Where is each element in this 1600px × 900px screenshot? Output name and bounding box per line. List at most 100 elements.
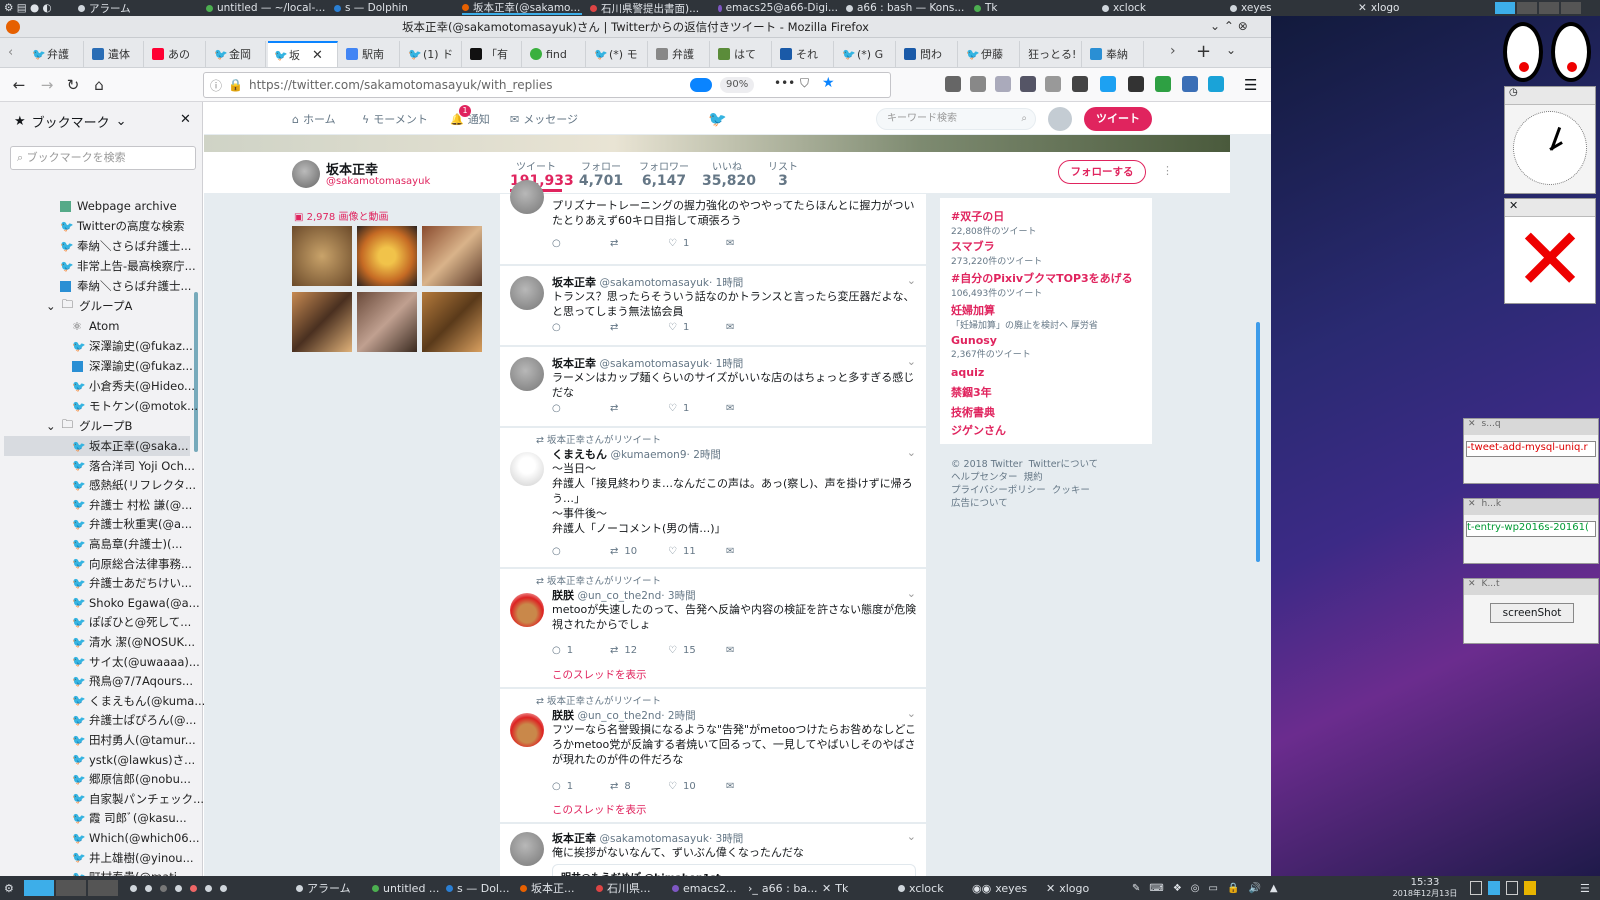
xclock-window[interactable]: ◷ [1504,86,1596,194]
task-dolphin[interactable]: s — Dol... [446,880,509,896]
profile-handle[interactable]: @sakamotomasayuk [326,176,430,187]
reply-icon[interactable]: ○ [552,322,610,333]
tab[interactable]: 🐦 (*) モ [588,41,648,67]
trend-name[interactable]: aquiz [951,366,984,379]
tk-window-3[interactable]: ✕ K...t screenShot [1463,578,1599,644]
close-sidebar-icon[interactable]: ✕ [180,112,191,127]
trend-name[interactable]: #自分のPixivブクマTOP3をあげる [951,270,1133,286]
tab[interactable]: 駅南 [340,41,400,67]
bookmark-item[interactable]: 🐦 深澤諭史(@fukaz... [72,336,193,356]
info-icon[interactable]: ⓘ [210,77,222,94]
tab[interactable]: はて [712,41,772,67]
avatar[interactable] [510,593,544,627]
tweet[interactable]: 坂本正幸 @sakamotomasayuk· 1時間 ⌄ トランス？思ったらそう… [500,266,926,346]
trend-item[interactable]: ジゲンさん [951,422,1006,438]
tweet[interactable]: ⇄ 坂本正幸さんがリツイート 朕朕 @un_co_the2nd· 3時間 ⌄ m… [500,569,926,688]
task-xlogo[interactable]: ✕ xlogo [1358,1,1448,15]
trend-name[interactable]: 禁錮3年 [951,384,992,400]
task-emacs[interactable]: emacs25@a66-Digi... [718,1,838,15]
tweet[interactable]: ⇄ 坂本正幸さんがリツイート くまえもん @kumaemon9· 2時間 ⌄ ～… [500,428,926,568]
task-xeyes[interactable]: xeyes [1230,1,1330,15]
task-pdf[interactable]: 石川県... [596,880,651,896]
bookmark-item[interactable]: 🐦 ystk(@lawkus)さ... [72,750,195,770]
media-link[interactable]: ▣ 2,978 画像と動画 [294,208,388,223]
chevron-down-icon[interactable]: ⌄ [907,830,916,843]
profile-avatar[interactable] [292,160,320,188]
footer-link[interactable]: プライバシーポリシー [951,485,1046,496]
menu-icon[interactable]: ☰ [1580,880,1590,896]
stat-followers[interactable]: フォロワー 6,147 [636,158,692,189]
nav-moments[interactable]: ϟ モーメント [362,111,428,127]
like-button[interactable]: ♡ 1 [668,238,726,249]
system-tray[interactable]: ✎ ⌨ ❖ ◎ ▭ 🔒 🔊 ▲ [1132,880,1278,896]
page-scrollbar[interactable] [1256,322,1260,562]
task-tk[interactable]: ✕ Tk [822,880,848,896]
tweet-button[interactable]: ツイート [1084,107,1152,131]
avatar[interactable] [510,357,544,391]
pocket-icon[interactable]: ⛉ [800,76,809,91]
chevron-down-icon[interactable]: ⌄ [907,587,916,600]
like-button[interactable]: ♡ 15 [668,645,726,656]
avatar[interactable] [510,452,544,486]
menu-icon[interactable]: ☰ [1244,76,1257,94]
forward-icon[interactable]: → [36,74,58,96]
trend-name[interactable]: 技術書典 [951,404,995,420]
dm-icon[interactable]: ✉ [726,238,784,249]
retweet-icon[interactable]: ⇄ [610,238,668,249]
clock[interactable]: 15:332018年12月13日木曜日 [1390,877,1460,900]
trend-item[interactable]: #双子の日 22,808件のツイート [951,208,1037,237]
tab[interactable]: 🐦 (*) G [836,41,896,67]
show-thread-link[interactable]: このスレッドを表示 [552,667,647,682]
task-emacs[interactable]: emacs2... [672,880,737,896]
tab[interactable]: 🐦 弁護 [26,41,84,67]
footer-link[interactable]: ヘルプセンター [951,472,1018,483]
extension-icon[interactable] [1155,76,1171,92]
virtual-desktop-pager[interactable] [1495,1,1595,15]
tab-active[interactable]: 🐦 坂 ✕ [268,41,338,67]
media-thumbnail[interactable] [422,292,482,352]
tab[interactable]: 🐦 金岡 [208,41,266,67]
sidebar-scrollbar[interactable] [194,292,198,452]
avatar[interactable] [510,276,544,310]
bookmark-item[interactable]: 深澤諭史(@fukaz... [72,356,193,376]
panel-icons[interactable] [1470,880,1536,896]
like-button[interactable]: ♡ 10 [668,781,726,792]
clipboard-icon[interactable] [1128,76,1144,92]
bookmark-item[interactable]: 🐦 Which(@which06... [72,828,200,848]
bookmark-item[interactable]: 🐦 モトケン(@motok... [72,396,198,416]
kde-logo-icon[interactable]: ⚙ [4,880,14,896]
bookmark-item[interactable]: 🐦 弁護士あだちけい... [72,573,192,593]
launcher-icons[interactable] [130,880,227,896]
reply-icon[interactable]: ○ [552,403,610,414]
avatar[interactable] [1048,107,1072,131]
bookmark-item[interactable]: 🐦 小倉秀夫(@Hideo... [72,376,195,396]
tab[interactable]: 問わ [898,41,958,67]
extension-icon[interactable] [1208,76,1224,92]
media-thumbnail[interactable] [292,226,352,286]
window-text-field[interactable]: t-entry-wp2016s-20161( [1466,521,1596,537]
retweet-icon[interactable]: ⇄ [610,322,668,333]
tab[interactable]: 遺体 [86,41,144,67]
avatar[interactable] [510,713,544,747]
trend-item[interactable]: aquiz [951,366,984,379]
bookmark-item[interactable]: 🐦 サイ太(@uwaaaa)... [72,652,200,672]
like-button[interactable]: ♡ 1 [668,403,726,414]
virtual-desktop-pager[interactable] [24,880,118,896]
bookmark-item[interactable]: 🐦 非常上告-最高検察庁... [60,256,196,276]
stat-following[interactable]: フォロー 4,701 [576,158,626,189]
retweet-button[interactable]: ⇄ 8 [610,781,668,792]
more-icon[interactable]: ⋮ [1162,164,1173,177]
trend-item[interactable]: 妊婦加算 「妊婦加算」の廃止を検討へ 厚労省 [951,302,1098,331]
bookmark-item[interactable]: 🐦 田村勇人(@tamur... [72,730,196,750]
footer-link[interactable]: Twitterについて [1029,459,1099,470]
trend-name[interactable]: Gunosy [951,334,1031,347]
dm-icon[interactable]: ✉ [726,403,784,414]
quoted-tweet[interactable]: 明井@もうだめぽ @himahon1st [552,864,916,876]
show-thread-link[interactable]: このスレッドを表示 [552,802,647,817]
bookmark-item[interactable]: 🐦 飛鳥@7/7Aqours... [72,671,193,691]
nav-home[interactable]: ⌂ ホーム [292,111,336,127]
tab[interactable]: 奉納 [1084,41,1144,67]
extension-icon[interactable] [995,76,1011,92]
avatar[interactable] [510,180,544,214]
twitter-extension-icon[interactable] [1100,76,1116,92]
